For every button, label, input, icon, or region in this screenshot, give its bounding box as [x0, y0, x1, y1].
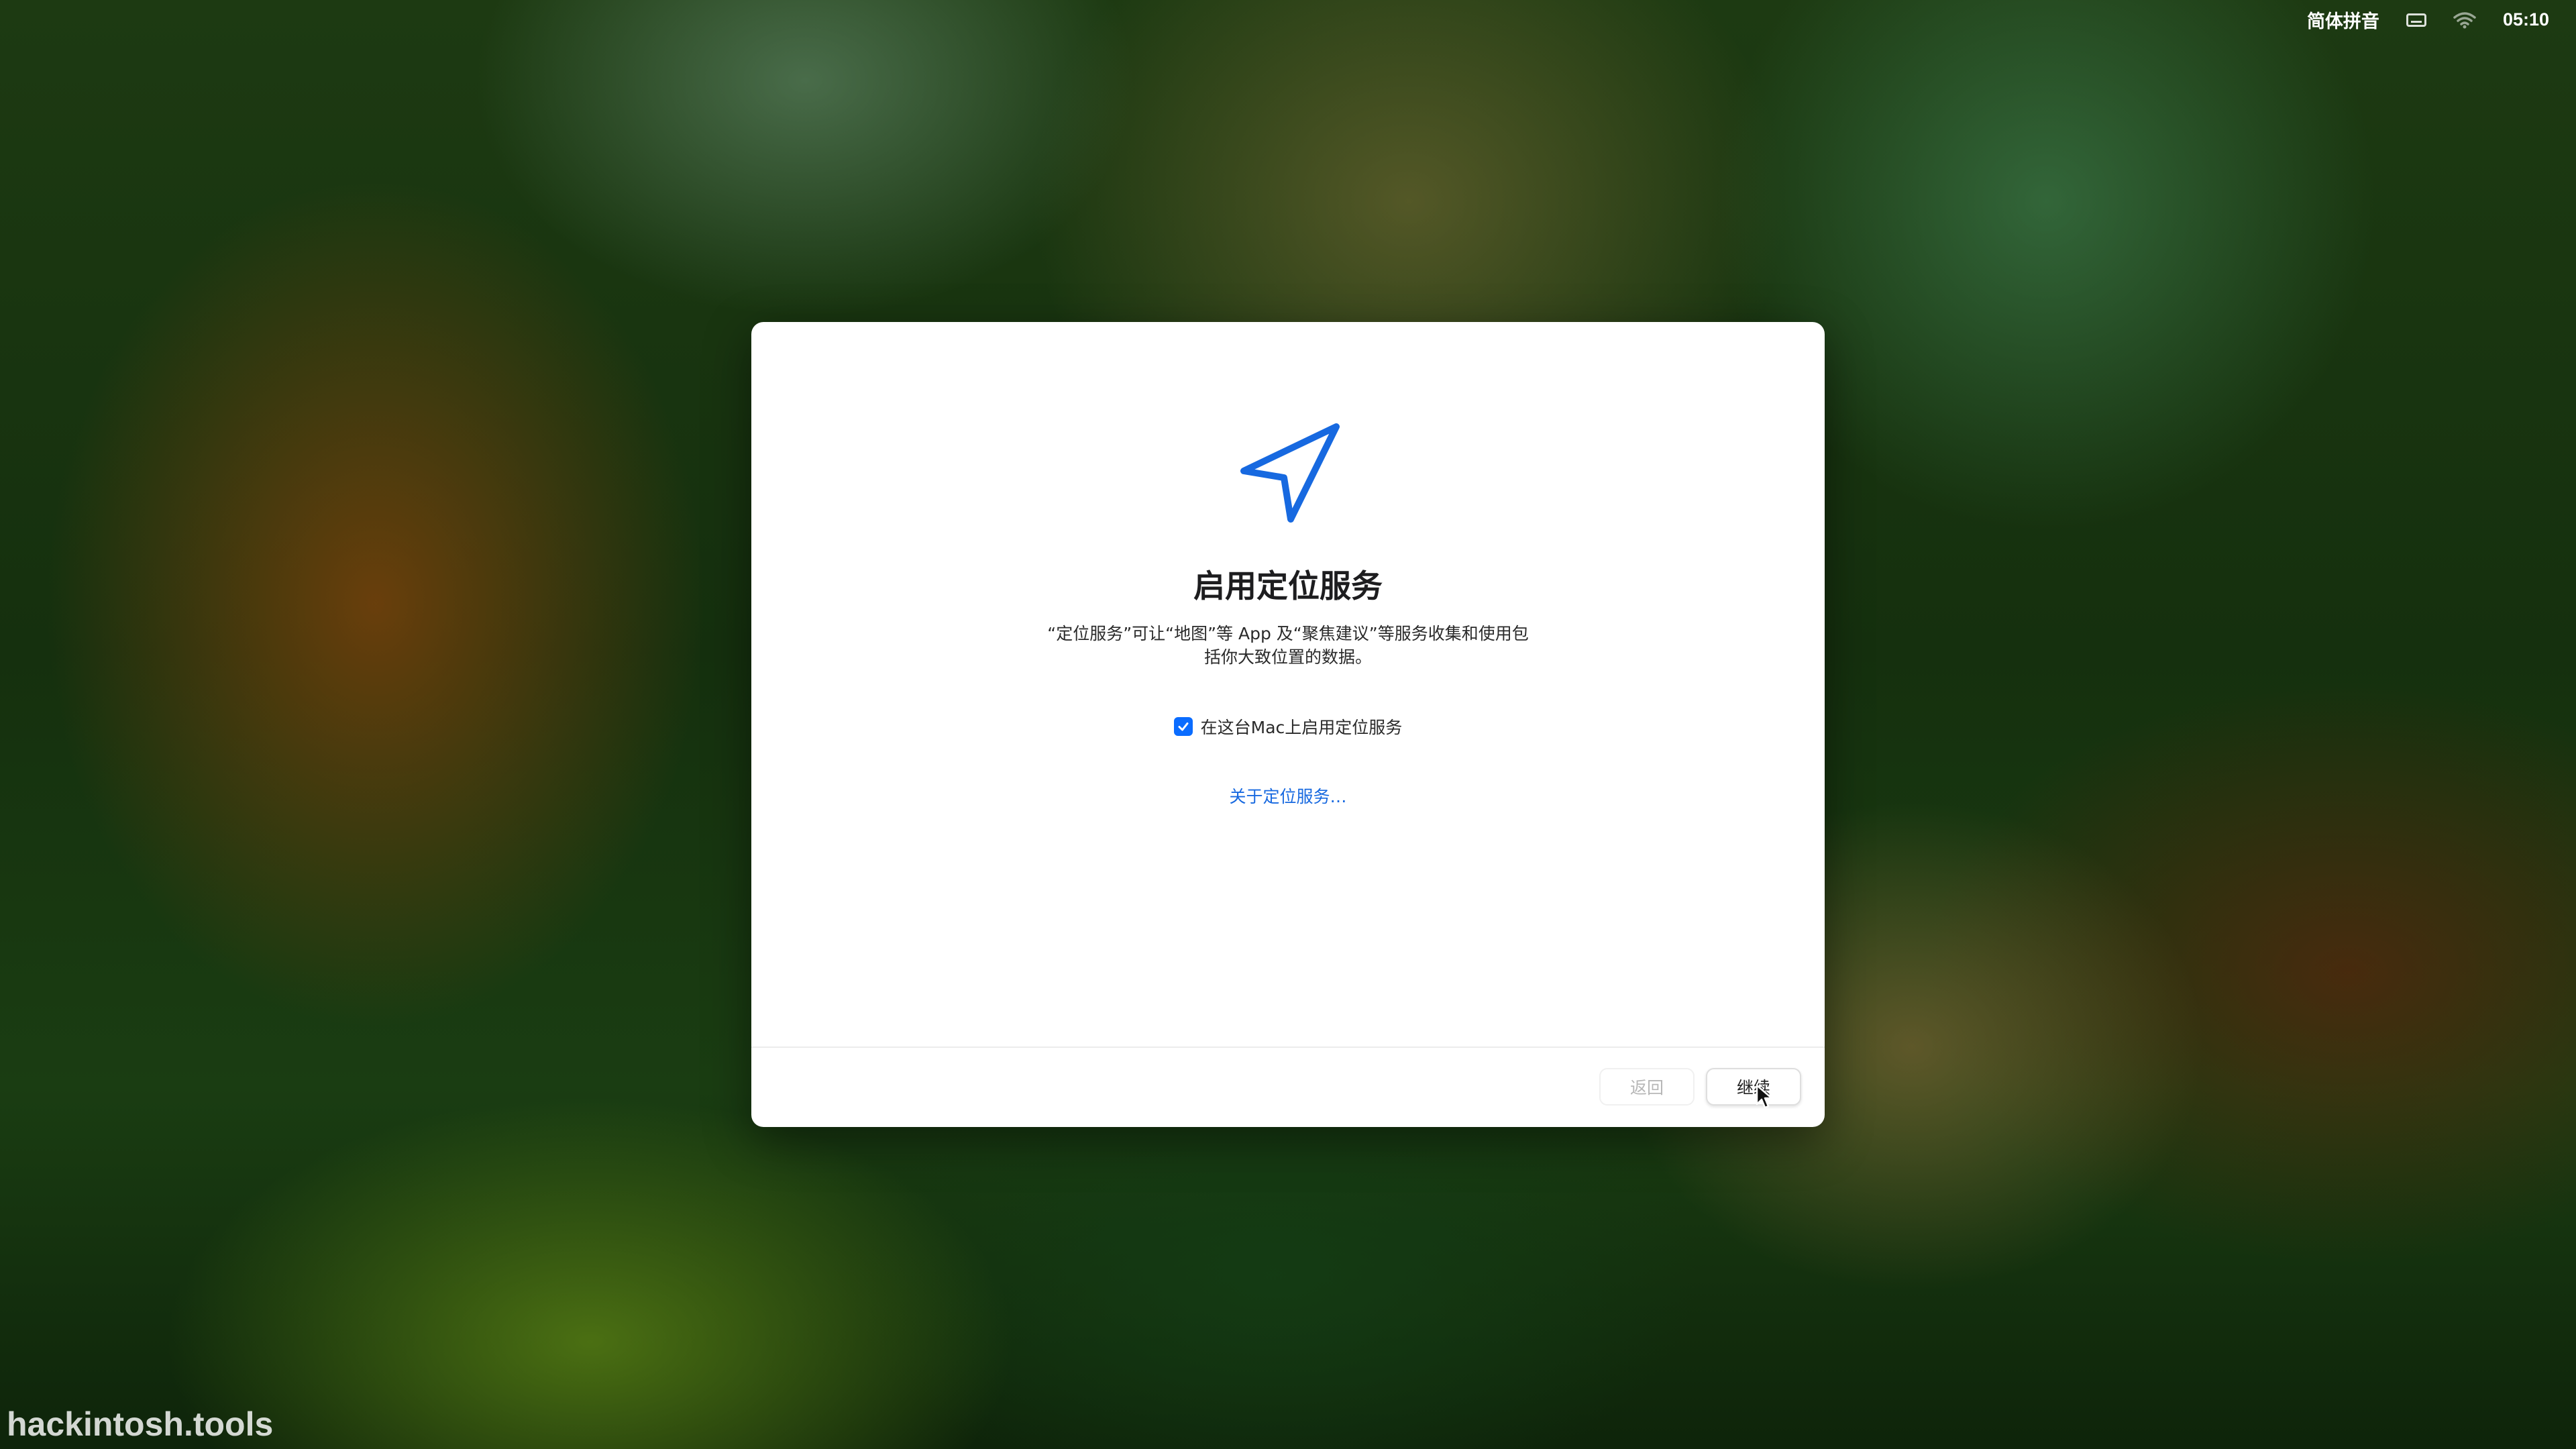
dialog-footer: 返回 继续: [751, 1046, 1825, 1127]
status-area: 简体拼音 05:10: [2307, 7, 2549, 33]
location-arrow-icon: [1237, 419, 1344, 526]
keyboard-icon[interactable]: [2406, 13, 2426, 27]
continue-button[interactable]: 继续: [1706, 1068, 1801, 1106]
enable-location-checkbox[interactable]: [1173, 717, 1193, 736]
mouse-pointer-icon: [1756, 1084, 1773, 1109]
enable-location-label[interactable]: 在这台Mac上启用定位服务: [1201, 714, 1403, 739]
description-line-1: “定位服务”可让“地图”等 App 及“聚焦建议”等服务收集和使用包: [1047, 624, 1529, 643]
description-line-2: 括你大致位置的数据。: [1203, 647, 1372, 667]
dialog-title: 启用定位服务: [1193, 568, 1383, 605]
back-button[interactable]: 返回: [1599, 1068, 1695, 1106]
desktop-background: 简体拼音 05:10 启用定位服务 “定位服务”可让“地图”等 App 及“聚焦…: [0, 0, 2576, 1449]
location-services-dialog: 启用定位服务 “定位服务”可让“地图”等 App 及“聚焦建议”等服务收集和使用…: [751, 322, 1825, 1127]
menu-bar: 简体拼音 05:10: [0, 0, 2576, 40]
wifi-icon[interactable]: [2453, 11, 2476, 29]
dialog-description: “定位服务”可让“地图”等 App 及“聚焦建议”等服务收集和使用包 括你大致位…: [1020, 622, 1556, 669]
about-location-services-link[interactable]: 关于定位服务…: [751, 784, 1825, 808]
enable-location-option[interactable]: 在这台Mac上启用定位服务: [751, 714, 1825, 739]
input-method-label[interactable]: 简体拼音: [2307, 7, 2379, 33]
checkmark-icon: [1178, 722, 1189, 731]
watermark: hackintosh.tools: [7, 1405, 274, 1443]
clock[interactable]: 05:10: [2503, 9, 2549, 30]
